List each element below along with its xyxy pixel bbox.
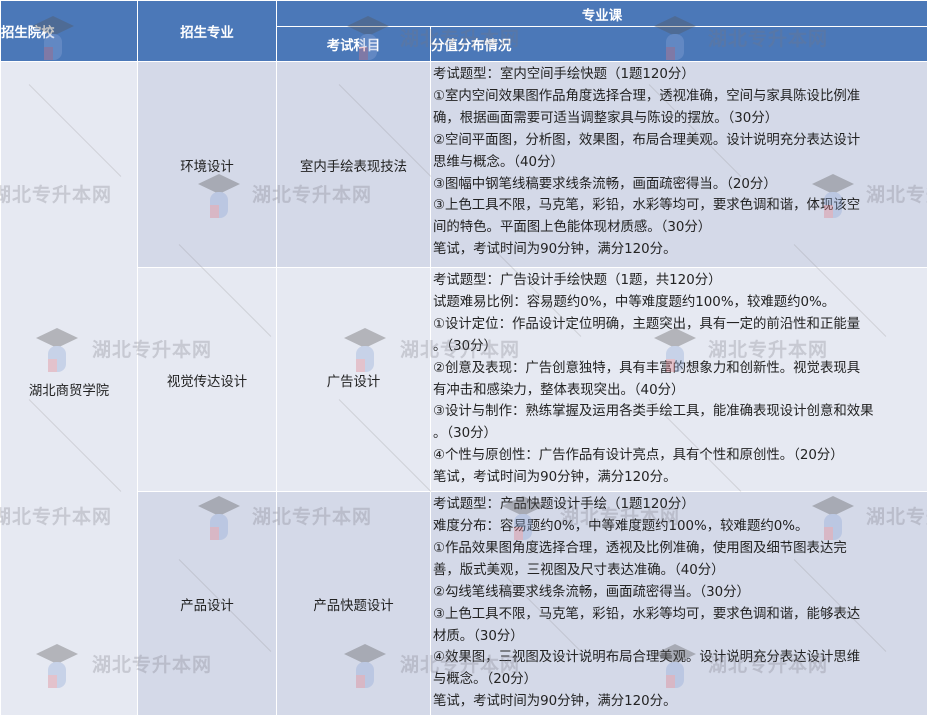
subject-cell: 室内手绘表现技法 — [277, 62, 431, 268]
distribution-line: 考试题型：室内空间手绘快题（1题120分） — [433, 64, 921, 86]
distribution-line: 试题难易比例：容易题约0%，中等难度题约100%，较难题约0%。 — [433, 292, 921, 314]
distribution-line: 材质。（30分） — [433, 626, 921, 648]
subject-col-header: 考试科目 — [277, 27, 431, 62]
distribution-line: ③上色工具不限，马克笔，彩铅，水彩等均可，要求色调和谐，体现该空 — [433, 195, 921, 217]
table-row: 湖北商贸学院 环境设计 室内手绘表现技法 考试题型：室内空间手绘快题（1题120… — [1, 62, 927, 268]
distribution-line: ②空间平面图，分析图，效果图，布局合理美观。设计说明充分表达设计 — [433, 130, 921, 152]
distribution-line: 确，根据画面需要可适当调整家具与陈设的摆放。（30分） — [433, 108, 921, 130]
distribution-line: ①设计定位：作品设计定位明确，主题突出，具有一定的前沿性和正能量 — [433, 314, 921, 336]
distribution-line: ③设计与制作：熟练掌握及运用各类手绘工具，能准确表现设计创意和效果 — [433, 401, 921, 423]
distribution-line: ②创意及表现：广告创意独特，具有丰富的想象力和创新性。视觉表现具 — [433, 358, 921, 380]
distribution-line: ④效果图，三视图及设计说明布局合理美观。设计说明充分表达设计思维 — [433, 647, 921, 669]
distribution-col-header: 分值分布情况 — [431, 27, 927, 62]
group-col-header: 专业课 — [277, 1, 927, 27]
distribution-line: ②勾线笔线稿要求线条流畅，画面疏密得当。（30分） — [433, 582, 921, 604]
distribution-line: 难度分布：容易题约0%，中等难度题约100%，较难题约0%。 — [433, 516, 921, 538]
distribution-line: ①作品效果图角度选择合理，透视及比例准确，使用图及细节图表达完 — [433, 538, 921, 560]
distribution-line: 与概念。（20分） — [433, 669, 921, 691]
major-cell: 环境设计 — [138, 62, 277, 268]
distribution-cell: 考试题型：室内空间手绘快题（1题120分） ①室内空间效果图作品角度选择合理，透… — [431, 62, 927, 268]
major-cell: 产品设计 — [138, 492, 277, 716]
distribution-line: 思维与概念。（40分） — [433, 152, 921, 174]
distribution-line: 有冲击和感染力，整体表现突出。（40分） — [433, 380, 921, 402]
distribution-line: 考试题型：广告设计手绘快题（1题，共120分） — [433, 270, 921, 292]
distribution-line: 考试题型：产品快题设计手绘（1题120分） — [433, 494, 921, 516]
distribution-line: 间的特色。平面图上色能体现材质感。（30分） — [433, 217, 921, 239]
distribution-line: ①室内空间效果图作品角度选择合理，透视准确，空间与家具陈设比例准 — [433, 86, 921, 108]
distribution-line: 。（30分） — [433, 423, 921, 445]
major-col-header: 招生专业 — [138, 1, 277, 62]
distribution-line: 笔试，考试时间为90分钟，满分120分。 — [433, 239, 921, 261]
exam-table: 招生院校 招生专业 专业课 考试科目 分值分布情况 湖北商贸学院 环境设计 室内… — [0, 0, 927, 716]
subject-cell: 广告设计 — [277, 268, 431, 492]
distribution-line: ④个性与原创性：广告作品有设计亮点，具有个性和原创性。（20分） — [433, 445, 921, 467]
distribution-line: ③图幅中钢笔线稿要求线条流畅，画面疏密得当。（20分） — [433, 174, 921, 196]
distribution-cell: 考试题型：广告设计手绘快题（1题，共120分） 试题难易比例：容易题约0%，中等… — [431, 268, 927, 492]
distribution-line: ③上色工具不限，马克笔，彩铅，水彩等均可，要求色调和谐，能够表达 — [433, 604, 921, 626]
school-cell: 湖北商贸学院 — [1, 62, 138, 716]
distribution-cell: 考试题型：产品快题设计手绘（1题120分） 难度分布：容易题约0%，中等难度题约… — [431, 492, 927, 716]
distribution-line: 。（30分） — [433, 336, 921, 358]
major-cell: 视觉传达设计 — [138, 268, 277, 492]
table-row: 视觉传达设计 广告设计 考试题型：广告设计手绘快题（1题，共120分） 试题难易… — [1, 268, 927, 492]
subject-cell: 产品快题设计 — [277, 492, 431, 716]
table-row: 产品设计 产品快题设计 考试题型：产品快题设计手绘（1题120分） 难度分布：容… — [1, 492, 927, 716]
distribution-line: 笔试，考试时间为90分钟，满分120分。 — [433, 467, 921, 489]
school-col-header: 招生院校 — [1, 1, 138, 62]
distribution-line: 善，版式美观，三视图及尺寸表达准确。（40分） — [433, 560, 921, 582]
